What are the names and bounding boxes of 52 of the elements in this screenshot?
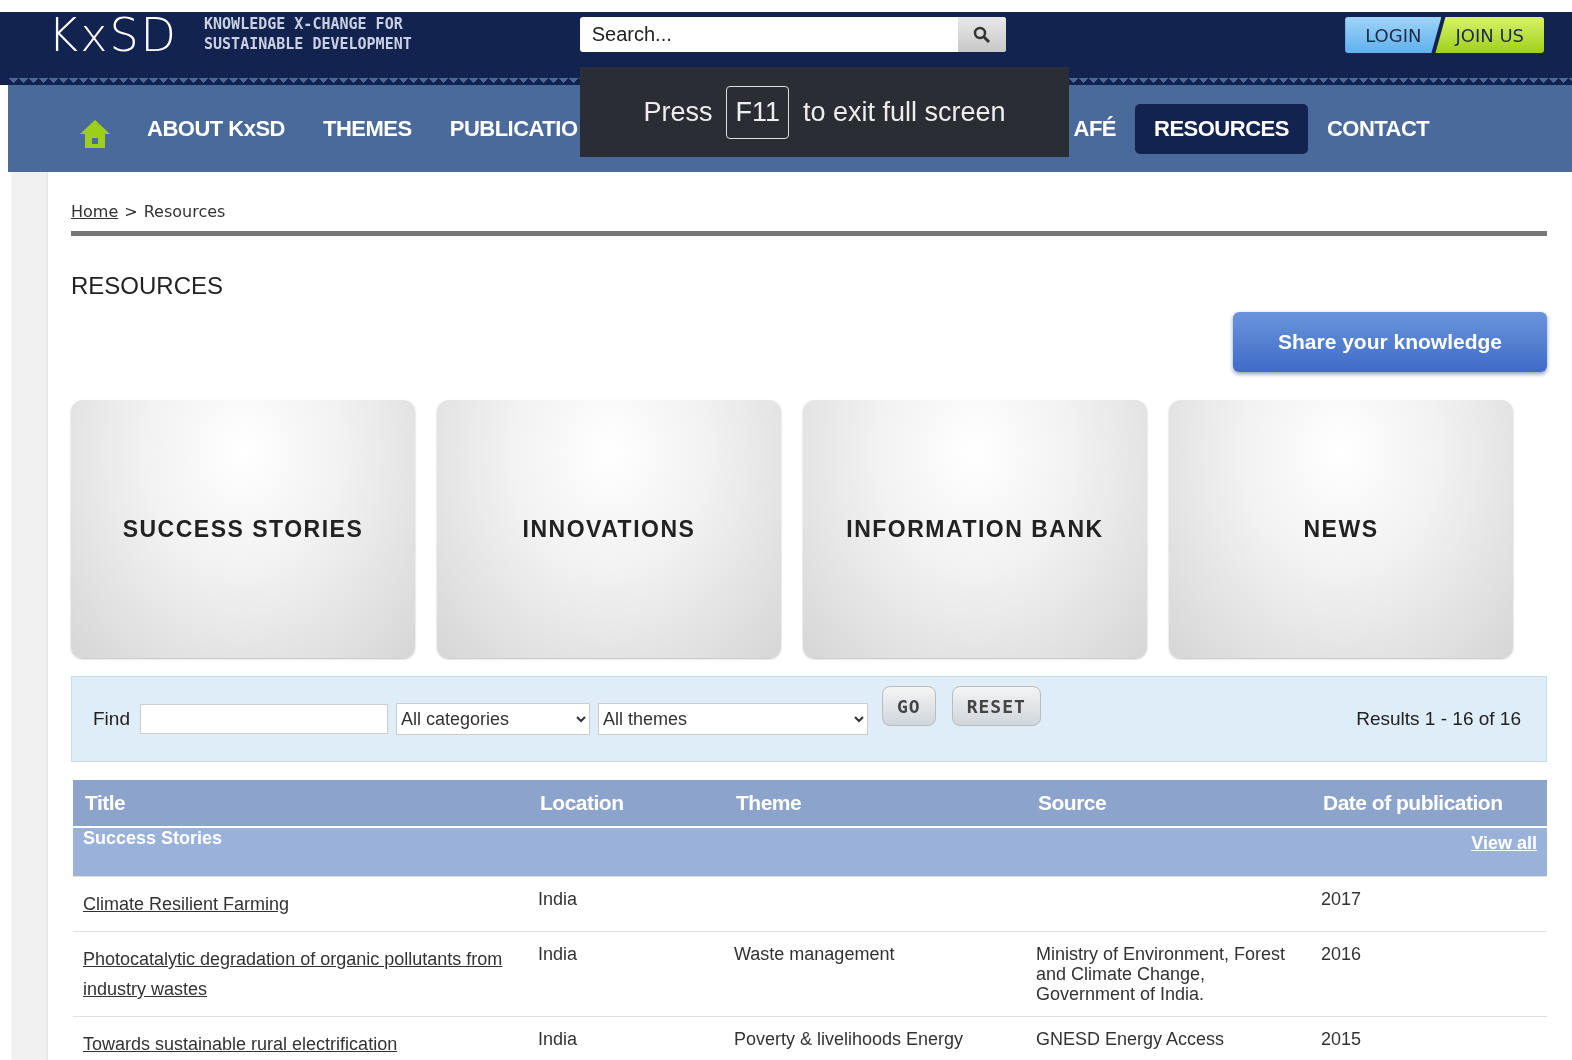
column-header: Title [73,780,528,827]
table-cell: India [538,889,578,909]
table-cell: 2015 [1321,1029,1362,1049]
search-icon [972,25,991,44]
find-field[interactable] [139,704,388,734]
nav-link[interactable]: CONTACT [1307,103,1449,154]
resource-link[interactable]: Photocatalytic degradation of organic pollutants from industry wastes [83,944,518,1004]
results-count: Results 1 - 16 of 16 [1356,708,1521,730]
theme-dropdown[interactable]: All themes [597,703,868,735]
nav-link[interactable]: RESOURCES [1135,103,1308,154]
table-cell: 2017 [1321,889,1362,909]
column-header: Source [1026,780,1311,827]
reset-button[interactable]: RESET [951,686,1041,726]
table-cell: India [538,1029,578,1049]
category-tile[interactable]: INNOVATIONS [437,400,781,658]
column-header: Location [528,780,724,827]
breadcrumb-link[interactable]: Home [71,202,119,221]
group-title: Success Stories [83,828,223,848]
search-button[interactable] [957,17,1006,52]
table-cell: Waste management [734,944,895,964]
table-cell: GNESD Energy Access [1036,1029,1225,1049]
key-label: F11 [726,85,789,139]
logo-text[interactable]: KxSD [48,10,178,60]
table-cell: 2016 [1321,944,1362,964]
tagline: SUSTAINABLE DEVELOPMENT [204,34,412,54]
notice-text: Press [643,96,713,128]
login-link[interactable]: LOGIN [1345,17,1442,53]
go-button[interactable]: GO [881,686,936,726]
resource-link[interactable]: Climate Resilient Farming [83,889,290,919]
category-tile[interactable]: INFORMATION BANK [803,400,1147,658]
table-cell: Ministry of Environment, Forest and Climate Change, Government of India. [1036,944,1286,1004]
find-label: Find [93,708,130,730]
notice-text: to exit full screen [803,96,1006,128]
category-tile[interactable]: SUCCESS STORIES [71,400,415,658]
nav-link[interactable]: AFÉ [1073,103,1135,154]
column-header: Theme [724,780,1026,827]
nav-link[interactable]: ABOUT KxSD [128,103,304,154]
page-title: RESOURCES [71,272,225,300]
tagline: KNOWLEDGE X-CHANGE FOR [204,14,403,34]
column-header: Date of publication [1311,780,1547,827]
resource-link[interactable]: Towards sustainable rural electrification [83,1029,398,1059]
join-link[interactable]: JOIN US [1435,17,1544,53]
category-dropdown[interactable]: All categories [395,703,590,735]
table-cell: India [538,944,578,964]
breadcrumb-separator: > [124,202,138,221]
share-button[interactable]: Share your knowledge [1233,312,1547,372]
breadcrumb-current: Resources [143,202,226,221]
category-tile[interactable]: NEWS [1169,400,1513,658]
home-icon[interactable] [78,117,112,150]
nav-link[interactable]: PUBLICATIO [430,103,578,154]
table-cell: Poverty & livelihoods Energy [734,1029,964,1049]
nav-link[interactable]: THEMES [304,103,431,154]
